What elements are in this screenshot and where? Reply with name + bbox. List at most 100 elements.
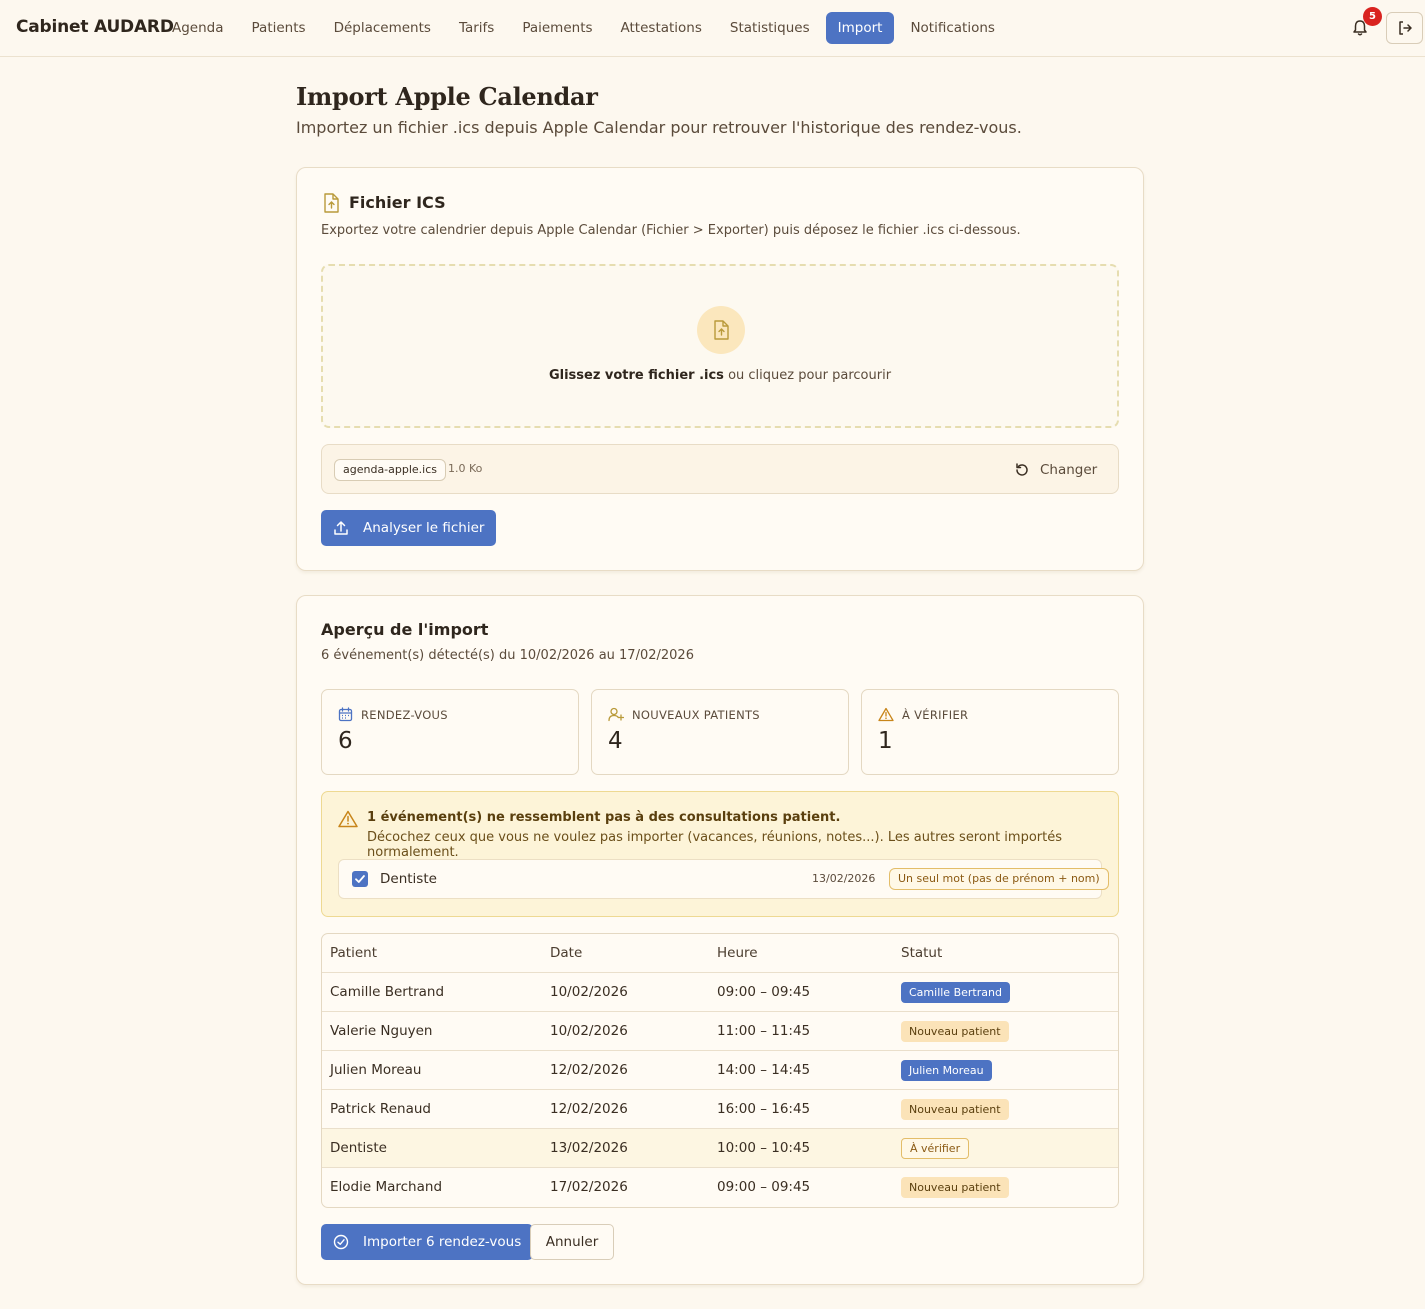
upload-icon xyxy=(334,521,348,535)
change-file-button[interactable]: Changer xyxy=(1014,457,1097,483)
status-badge: Nouveau patient xyxy=(901,1099,1009,1120)
warning-title: 1 événement(s) ne ressemblent pas à des … xyxy=(367,810,841,825)
status-badge: Nouveau patient xyxy=(901,1021,1009,1042)
table-row: Dentiste 13/02/2026 10:00 – 10:45 À véri… xyxy=(322,1129,1118,1168)
cell-status: Nouveau patient xyxy=(901,1021,1009,1042)
file-card-title: Fichier ICS xyxy=(349,193,446,212)
import-appointments-label: Importer 6 rendez-vous xyxy=(363,1234,522,1250)
logout-button[interactable] xyxy=(1386,12,1423,44)
analyze-file-label: Analyser le fichier xyxy=(363,520,485,536)
stat-label-wrapper: RENDEZ-VOUS xyxy=(338,707,448,722)
status-badge: Camille Bertrand xyxy=(901,982,1010,1003)
brand-title[interactable]: Cabinet AUDARD xyxy=(16,17,174,37)
stat-card-to-verify: À VÉRIFIER 1 xyxy=(861,689,1119,775)
flagged-event-date: 13/02/2026 xyxy=(812,872,876,885)
cell-status: Nouveau patient xyxy=(901,1099,1009,1120)
nav-item-import[interactable]: Import xyxy=(825,12,895,44)
main-nav: Agenda Patients Déplacements Tarifs Paie… xyxy=(160,12,1007,44)
user-plus-icon xyxy=(608,707,624,722)
cell-date: 17/02/2026 xyxy=(550,1179,628,1195)
refresh-icon xyxy=(1016,463,1028,476)
cell-patient: Valerie Nguyen xyxy=(330,1023,433,1039)
flagged-event-name: Dentiste xyxy=(380,871,437,887)
cell-status: Julien Moreau xyxy=(901,1060,992,1081)
table-row: Patrick Renaud 12/02/2026 16:00 – 16:45 … xyxy=(322,1090,1118,1129)
warning-icon xyxy=(878,707,894,722)
column-header-date: Date xyxy=(550,945,583,961)
import-preview-card: Aperçu de l'import 6 événement(s) détect… xyxy=(296,595,1144,1285)
top-navbar: Cabinet AUDARD Agenda Patients Déplaceme… xyxy=(0,0,1425,57)
nav-item-attestations[interactable]: Attestations xyxy=(609,12,714,44)
cell-patient: Elodie Marchand xyxy=(330,1179,443,1195)
cell-date: 10/02/2026 xyxy=(550,1023,628,1039)
nav-item-tarifs[interactable]: Tarifs xyxy=(447,12,506,44)
import-appointments-button[interactable]: Importer 6 rendez-vous xyxy=(321,1224,534,1260)
checkmark-icon xyxy=(355,875,365,883)
cell-patient: Patrick Renaud xyxy=(330,1101,431,1117)
check-circle-icon xyxy=(333,1234,349,1250)
calendar-icon xyxy=(338,707,353,722)
file-size: 1.0 Ko xyxy=(448,462,483,475)
stat-label: RENDEZ-VOUS xyxy=(361,707,448,722)
file-card: Fichier ICS Exportez votre calendrier de… xyxy=(296,167,1144,571)
table-header-row: Patient Date Heure Statut xyxy=(322,934,1118,973)
stat-label-wrapper: NOUVEAUX PATIENTS xyxy=(608,707,760,722)
stat-value: 1 xyxy=(878,728,893,754)
flagged-event-reason: Un seul mot (pas de prénom + nom) xyxy=(889,868,1109,890)
cell-status: Nouveau patient xyxy=(901,1177,1009,1198)
cancel-button[interactable]: Annuler xyxy=(530,1224,614,1260)
nav-item-agenda[interactable]: Agenda xyxy=(160,12,236,44)
dropzone-text: Glissez votre fichier .ics ou cliquez po… xyxy=(323,368,1117,383)
file-name-tag: agenda-apple.ics xyxy=(334,459,447,481)
nav-item-paiements[interactable]: Paiements xyxy=(510,12,604,44)
change-file-label: Changer xyxy=(1040,462,1098,478)
cell-patient: Dentiste xyxy=(330,1140,387,1156)
status-badge: Nouveau patient xyxy=(901,1177,1009,1198)
cell-status: À vérifier xyxy=(901,1138,970,1159)
file-card-description: Exportez votre calendrier depuis Apple C… xyxy=(321,223,1021,238)
preview-summary: 6 événement(s) détecté(s) du 10/02/2026 … xyxy=(321,648,694,663)
column-header-status: Statut xyxy=(901,945,943,961)
cell-time: 09:00 – 09:45 xyxy=(717,1179,811,1195)
cell-date: 10/02/2026 xyxy=(550,984,628,1000)
flagged-event-checkbox[interactable] xyxy=(352,871,368,887)
notifications-count-badge: 5 xyxy=(1363,7,1382,26)
stat-label: NOUVEAUX PATIENTS xyxy=(632,707,760,722)
stats-row: RENDEZ-VOUS 6 NOUVEAUX PATIENTS 4 À VÉRI… xyxy=(321,689,1119,775)
cell-time: 10:00 – 10:45 xyxy=(717,1140,811,1156)
table-row: Elodie Marchand 17/02/2026 09:00 – 09:45… xyxy=(322,1168,1118,1207)
warning-icon xyxy=(338,810,358,828)
stat-value: 6 xyxy=(338,728,353,754)
logout-icon xyxy=(1398,21,1412,35)
cell-date: 12/02/2026 xyxy=(550,1101,628,1117)
column-header-patient: Patient xyxy=(330,945,378,961)
cell-date: 12/02/2026 xyxy=(550,1062,628,1078)
dropzone-text-rest: ou cliquez pour parcourir xyxy=(723,368,892,383)
stat-card-new-patients: NOUVEAUX PATIENTS 4 xyxy=(591,689,849,775)
dropzone-icon-circle xyxy=(697,306,745,354)
nav-item-patients[interactable]: Patients xyxy=(240,12,318,44)
cell-time: 14:00 – 14:45 xyxy=(717,1062,811,1078)
table-row: Julien Moreau 12/02/2026 14:00 – 14:45 J… xyxy=(322,1051,1118,1090)
stat-label-wrapper: À VÉRIFIER xyxy=(878,707,968,722)
cell-time: 09:00 – 09:45 xyxy=(717,984,811,1000)
cell-time: 11:00 – 11:45 xyxy=(717,1023,811,1039)
cell-time: 16:00 – 16:45 xyxy=(717,1101,811,1117)
file-dropzone[interactable]: Glissez votre fichier .ics ou cliquez po… xyxy=(321,264,1119,428)
analyze-file-button[interactable]: Analyser le fichier xyxy=(321,510,497,546)
nav-item-deplacements[interactable]: Déplacements xyxy=(322,12,443,44)
preview-title: Aperçu de l'import xyxy=(321,620,489,639)
file-upload-icon xyxy=(714,320,729,340)
nav-item-statistiques[interactable]: Statistiques xyxy=(718,12,822,44)
nav-item-notifications[interactable]: Notifications xyxy=(898,12,1007,44)
events-table: Patient Date Heure Statut Camille Bertra… xyxy=(321,933,1119,1208)
status-badge: À vérifier xyxy=(901,1138,970,1159)
warning-panel: 1 événement(s) ne ressemblent pas à des … xyxy=(321,791,1119,917)
status-badge: Julien Moreau xyxy=(901,1060,992,1081)
cell-patient: Julien Moreau xyxy=(330,1062,422,1078)
file-upload-icon xyxy=(324,193,339,213)
cell-date: 13/02/2026 xyxy=(550,1140,628,1156)
cell-status: Camille Bertrand xyxy=(901,982,1010,1003)
flagged-event-row: Dentiste 13/02/2026 Un seul mot (pas de … xyxy=(338,859,1109,899)
table-row: Valerie Nguyen 10/02/2026 11:00 – 11:45 … xyxy=(322,1012,1118,1051)
